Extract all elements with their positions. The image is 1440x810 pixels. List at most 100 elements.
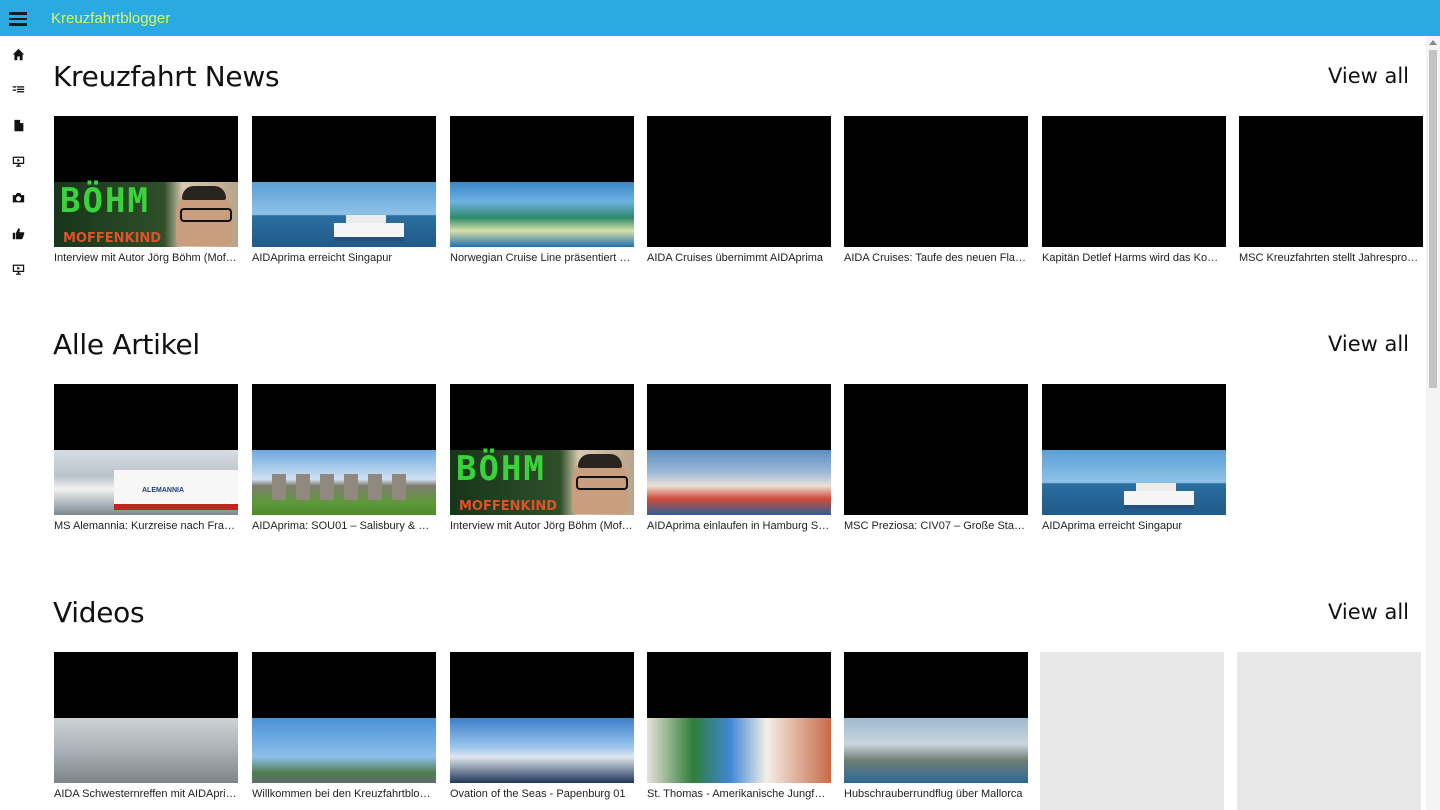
thumbnail: BÖHM MOFFENKIND [450, 384, 634, 515]
tile-caption: Willkommen bei den Kreuzfahrtbloggern [252, 788, 436, 800]
scrollbar-thumb[interactable] [1429, 50, 1437, 388]
thumbnail-image [252, 450, 436, 515]
news-tile[interactable]: AIDAprima erreicht Singapur [252, 116, 436, 264]
tile-caption: Kapitän Detlef Harms wird das Kommando [1042, 252, 1226, 264]
thumbnail [252, 384, 436, 515]
hamburger-menu-icon[interactable] [9, 12, 27, 26]
article-tile[interactable]: AIDAprima: SOU01 – Salisbury & Stoneheng… [252, 384, 436, 532]
tile-caption: AIDAprima erreicht Singapur [252, 252, 393, 264]
video-monitor-icon[interactable] [10, 261, 26, 277]
video-tile[interactable]: Willkommen bei den Kreuzfahrtbloggern [252, 652, 436, 800]
camera-icon[interactable] [10, 189, 26, 205]
tile-caption: AIDA Cruises übernimmt AIDAprima [647, 252, 824, 264]
article-tile[interactable]: ALEMANNIA MS Alemannia: Kurzreise nach F… [54, 384, 238, 532]
boat-name-text: ALEMANNIA [142, 487, 184, 494]
news-tile[interactable]: Kapitän Detlef Harms wird das Kommando [1042, 116, 1226, 264]
thumbnail-image [252, 182, 436, 247]
video-tile[interactable]: AIDA Schwesternreffen mit AIDAprima [54, 652, 238, 800]
section-title: Videos [53, 596, 145, 629]
thumbnail-image [844, 718, 1028, 783]
article-tile[interactable]: AIDAprima einlaufen in Hamburg Steinwerd… [647, 384, 831, 532]
thumbnail [1042, 116, 1226, 247]
sidebar [0, 36, 36, 810]
stonehenge-image [272, 474, 412, 500]
article-tile[interactable]: MSC Preziosa: CIV07 – Große Stadtrundfah… [844, 384, 1028, 532]
tile-caption: MSC Preziosa: CIV07 – Große Stadtrundfah… [844, 520, 1028, 532]
scroll-up-arrow-icon[interactable] [1429, 40, 1437, 45]
vertical-scrollbar[interactable] [1426, 36, 1440, 810]
tile-caption: Interview mit Autor Jörg Böhm (Moffenkin… [54, 252, 238, 264]
news-tile[interactable]: BÖHM MOFFENKIND Interview mit Autor Jörg… [54, 116, 238, 264]
alemannia-boat-image: ALEMANNIA [114, 470, 238, 510]
tile-caption: Hubschrauberrundflug über Mallorca [844, 788, 1023, 800]
thumbnail [1042, 384, 1226, 515]
app-title: Kreuzfahrtblogger [51, 10, 171, 27]
tile-caption: AIDAprima: SOU01 – Salisbury & Stoneheng… [252, 520, 436, 532]
thumbnail-image [647, 718, 831, 783]
moffenkind-logo-text: MOFFENKIND [459, 499, 558, 514]
video-tile[interactable]: Hubschrauberrundflug über Mallorca [844, 652, 1028, 800]
thumbnail [450, 116, 634, 247]
section-alle-artikel: Alle Artikel View all ALEMANNIA MS Alema… [36, 304, 1426, 564]
thumbnail-image [450, 718, 634, 783]
cruise-ship-image [1124, 483, 1194, 509]
thumbnail [54, 652, 238, 783]
loading-placeholder-tile [1237, 652, 1421, 810]
title-bar: Kreuzfahrtblogger [0, 0, 1440, 36]
video-tile[interactable]: Ovation of the Seas - Papenburg 01 [450, 652, 634, 800]
thumbnail-image: ALEMANNIA [54, 450, 238, 515]
section-kreuzfahrt-news: Kreuzfahrt News View all BÖHM MOFFENKIND… [36, 36, 1426, 296]
boehm-logo-text: BÖHM [456, 449, 546, 489]
moffenkind-logo-text: MOFFENKIND [63, 231, 162, 246]
author-portrait [572, 454, 628, 514]
thumbnail [844, 652, 1028, 783]
thumbnail [844, 116, 1028, 247]
news-tile[interactable]: MSC Kreuzfahrten stellt Jahresprogramm v… [1239, 116, 1423, 264]
loading-placeholder-tile [1040, 652, 1224, 810]
thumbnail [1239, 116, 1423, 247]
tile-caption: AIDA Cruises: Taufe des neuen Flaggschif… [844, 252, 1028, 264]
thumbnail-image: BÖHM MOFFENKIND [54, 182, 238, 247]
thumbnail-image: BÖHM MOFFENKIND [450, 450, 634, 515]
home-icon[interactable] [10, 46, 26, 62]
document-icon[interactable] [10, 117, 26, 133]
thumbnail [252, 652, 436, 783]
news-tile[interactable]: AIDA Cruises: Taufe des neuen Flaggschif… [844, 116, 1028, 264]
cruise-ship-image [334, 215, 404, 241]
list-icon[interactable] [10, 81, 26, 97]
article-tile[interactable]: BÖHM MOFFENKIND Interview mit Autor Jörg… [450, 384, 634, 532]
view-all-link[interactable]: View all [1328, 332, 1409, 356]
tile-caption: AIDAprima erreicht Singapur [1042, 520, 1183, 532]
thumbnail [647, 116, 831, 247]
tile-caption: St. Thomas - Amerikanische Jungferninsel… [647, 788, 831, 800]
thumbnail-image [252, 718, 436, 783]
view-all-link[interactable]: View all [1328, 64, 1409, 88]
thumbnail-image [1042, 450, 1226, 515]
tile-caption: MSC Kreuzfahrten stellt Jahresprogramm v… [1239, 252, 1423, 264]
thumbnail [450, 652, 634, 783]
thumbnail [844, 384, 1028, 515]
author-portrait [176, 186, 232, 246]
tile-caption: AIDA Schwesternreffen mit AIDAprima [54, 788, 238, 800]
tile-caption: AIDAprima einlaufen in Hamburg Steinwerd… [647, 520, 831, 532]
monitor-icon[interactable] [10, 153, 26, 169]
view-all-link[interactable]: View all [1328, 600, 1409, 624]
thumbnail: ALEMANNIA [54, 384, 238, 515]
news-tile[interactable]: Norwegian Cruise Line präsentiert Harves… [450, 116, 634, 264]
tile-caption: Norwegian Cruise Line präsentiert Harves… [450, 252, 634, 264]
thumbnail [647, 652, 831, 783]
tile-caption: MS Alemannia: Kurzreise nach Frankfurt [54, 520, 238, 532]
thumbnail-image [54, 718, 238, 783]
section-title: Alle Artikel [53, 328, 200, 361]
video-tile[interactable]: St. Thomas - Amerikanische Jungferninsel… [647, 652, 831, 800]
thumbnail [252, 116, 436, 247]
tile-caption: Ovation of the Seas - Papenburg 01 [450, 788, 626, 800]
section-title: Kreuzfahrt News [53, 60, 280, 93]
news-tile[interactable]: AIDA Cruises übernimmt AIDAprima [647, 116, 831, 264]
article-tile[interactable]: AIDAprima erreicht Singapur [1042, 384, 1226, 532]
thumbs-up-icon[interactable] [10, 225, 26, 241]
thumbnail-image [647, 450, 831, 515]
boehm-logo-text: BÖHM [60, 181, 150, 221]
tile-caption: Interview mit Autor Jörg Böhm (Moffenkin… [450, 520, 634, 532]
thumbnail: BÖHM MOFFENKIND [54, 116, 238, 247]
